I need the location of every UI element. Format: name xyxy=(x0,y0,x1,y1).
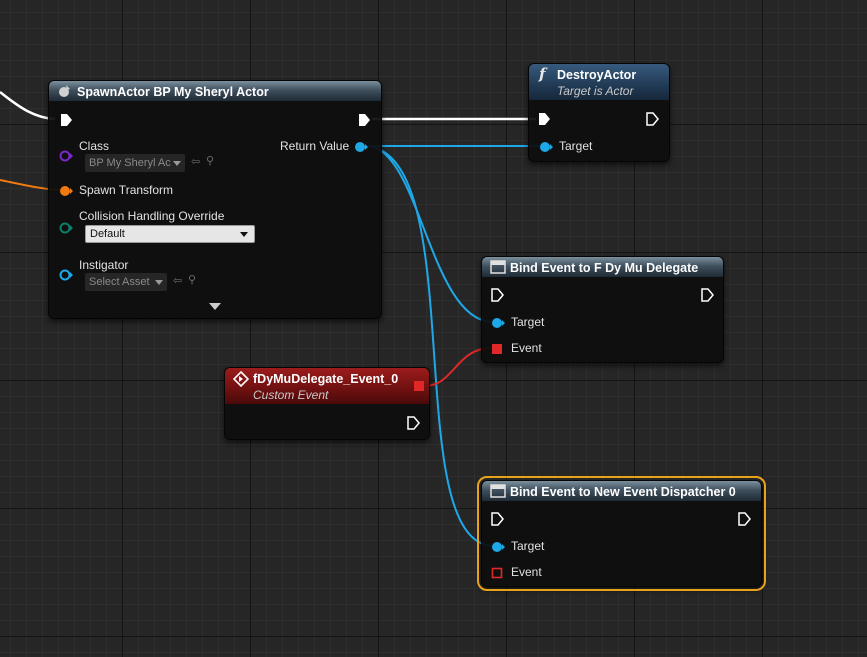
function-icon: f xyxy=(539,65,546,83)
chevron-down-icon xyxy=(173,161,181,166)
target-label: Target xyxy=(511,539,545,553)
collision-pin[interactable] xyxy=(59,221,73,235)
custom-event-subtitle: Custom Event xyxy=(253,388,329,402)
class-label: Class xyxy=(79,139,110,153)
instigator-pin[interactable] xyxy=(59,268,73,282)
collision-dropdown[interactable]: Default xyxy=(85,225,255,243)
class-pin[interactable] xyxy=(59,149,73,163)
spawn-actor-node[interactable]: SpawnActor BP My Sheryl Actor Class BP M… xyxy=(48,80,382,319)
destroy-actor-header[interactable]: f DestroyActor Target is Actor xyxy=(529,64,669,100)
bind-event-delegate-node[interactable]: Bind Event to F Dy Mu Delegate Target Ev… xyxy=(481,256,724,363)
event-delegate-pin[interactable] xyxy=(491,567,503,579)
browse-search-icon[interactable]: ⚲ xyxy=(206,154,214,167)
chevron-down-icon xyxy=(240,232,248,237)
delegate-output-pin[interactable] xyxy=(413,380,425,392)
target-label: Target xyxy=(511,315,545,329)
bind-event-dispatcher-node[interactable]: Bind Event to New Event Dispatcher 0 Tar… xyxy=(477,476,766,591)
collision-dropdown-value: Default xyxy=(90,228,125,240)
exec-output-pin[interactable] xyxy=(700,288,714,302)
browse-search-icon[interactable]: ⚲ xyxy=(188,273,196,286)
event-delegate-pin[interactable] xyxy=(491,343,503,355)
bind-event-delegate-header[interactable]: Bind Event to F Dy Mu Delegate xyxy=(482,257,723,277)
target-pin[interactable] xyxy=(539,140,553,154)
bind-event-icon xyxy=(490,484,506,498)
bind-event-dispatcher-header[interactable]: Bind Event to New Event Dispatcher 0 xyxy=(482,481,761,501)
class-dropdown-value: BP My Sheryl Ac xyxy=(89,157,171,169)
instigator-dropdown-value: Select Asset xyxy=(89,276,150,288)
custom-event-header[interactable]: fDyMuDelegate_Event_0 Custom Event xyxy=(225,368,429,404)
return-value-label: Return Value xyxy=(280,139,350,153)
instigator-label: Instigator xyxy=(79,258,129,272)
exec-input-pin[interactable] xyxy=(490,512,504,526)
custom-event-title: fDyMuDelegate_Event_0 xyxy=(253,372,399,386)
instigator-dropdown[interactable]: Select Asset xyxy=(85,273,167,291)
exec-output-pin[interactable] xyxy=(357,113,371,127)
spawn-actor-header[interactable]: SpawnActor BP My Sheryl Actor xyxy=(49,81,381,101)
target-pin[interactable] xyxy=(491,540,505,554)
target-pin[interactable] xyxy=(491,316,505,330)
spawn-actor-icon xyxy=(59,85,70,97)
destroy-actor-subtitle: Target is Actor xyxy=(557,84,634,98)
collision-label: Collision Handling Override xyxy=(79,209,225,223)
event-label: Event xyxy=(511,565,542,579)
bind-event-delegate-title: Bind Event to F Dy Mu Delegate xyxy=(510,261,699,275)
bind-event-icon xyxy=(490,260,506,274)
exec-input-pin[interactable] xyxy=(537,112,551,126)
use-selected-arrow-icon[interactable]: ⇦ xyxy=(191,155,200,168)
exec-input-pin[interactable] xyxy=(59,113,73,127)
destroy-actor-title: DestroyActor xyxy=(557,68,637,82)
exec-input-pin[interactable] xyxy=(490,288,504,302)
advanced-expand-icon[interactable] xyxy=(209,303,221,310)
spawn-transform-label: Spawn Transform xyxy=(79,183,174,197)
object-wire-to-bind2 xyxy=(367,145,493,547)
custom-event-node[interactable]: fDyMuDelegate_Event_0 Custom Event xyxy=(224,367,430,440)
custom-event-icon xyxy=(233,371,249,387)
target-label: Target xyxy=(559,139,593,153)
exec-wire-incoming xyxy=(0,91,56,121)
class-dropdown[interactable]: BP My Sheryl Ac xyxy=(85,154,185,172)
return-value-pin[interactable] xyxy=(354,140,368,154)
exec-output-pin[interactable] xyxy=(406,416,420,430)
object-wire-to-bind1 xyxy=(367,145,493,323)
destroy-actor-node[interactable]: f DestroyActor Target is Actor Target xyxy=(528,63,670,162)
bind-event-dispatcher-title: Bind Event to New Event Dispatcher 0 xyxy=(510,485,736,499)
chevron-down-icon xyxy=(155,280,163,285)
spawn-actor-title: SpawnActor BP My Sheryl Actor xyxy=(77,85,269,99)
spawn-transform-pin[interactable] xyxy=(59,184,73,198)
exec-output-pin[interactable] xyxy=(737,512,751,526)
use-selected-arrow-icon[interactable]: ⇦ xyxy=(173,274,182,287)
event-label: Event xyxy=(511,341,542,355)
exec-output-pin[interactable] xyxy=(645,112,659,126)
